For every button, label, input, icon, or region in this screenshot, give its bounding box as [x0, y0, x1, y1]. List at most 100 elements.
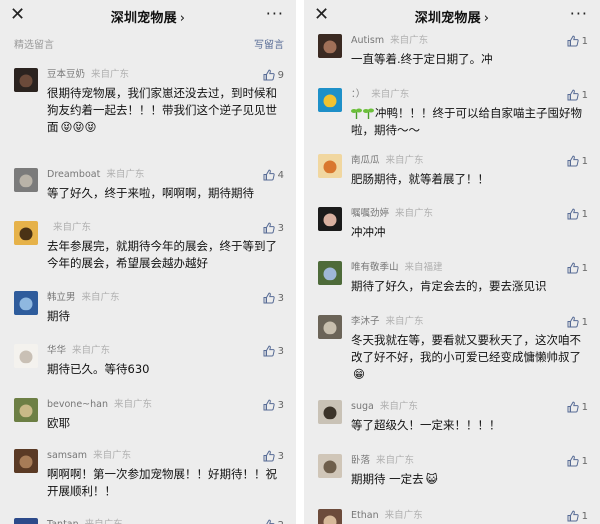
- page-title[interactable]: 深圳宠物展 ›: [111, 7, 185, 26]
- location: 来自广东: [376, 455, 415, 466]
- chevron-right-icon: ›: [483, 10, 490, 26]
- location: 来自广东: [384, 510, 423, 521]
- avatar[interactable]: [14, 68, 38, 92]
- nickname[interactable]: ：）: [351, 89, 365, 100]
- comment-text: 期待已久。等待630: [47, 361, 278, 378]
- more-icon[interactable]: ···: [570, 4, 588, 24]
- avatar[interactable]: [318, 509, 342, 524]
- top-bar: ✕ 深圳宠物展 › ···: [0, 0, 296, 32]
- nickname[interactable]: 李沐子: [351, 316, 380, 327]
- like-button[interactable]: 3: [263, 398, 284, 412]
- like-button[interactable]: 1: [567, 154, 588, 168]
- like-button[interactable]: 3: [263, 221, 284, 235]
- location: 来自广东: [379, 401, 418, 412]
- like-count: 1: [581, 316, 588, 328]
- avatar[interactable]: [14, 344, 38, 368]
- like-button[interactable]: 3: [263, 291, 284, 305]
- avatar[interactable]: [14, 518, 38, 524]
- thumb-up-icon: [567, 262, 579, 274]
- nickname[interactable]: 南瓜瓜: [351, 155, 380, 166]
- comment-text: 肥肠期待，就等着展了！！: [351, 171, 582, 188]
- like-button[interactable]: 1: [567, 315, 588, 329]
- comment-text: 很期待宠物展，我们家崽还没去过，到时候和狗友约着一起去！！！带我们这个逆子见见世…: [47, 85, 278, 136]
- like-button[interactable]: 1: [567, 261, 588, 275]
- title-text: 深圳宠物展: [414, 10, 481, 26]
- comment-body: 冲冲冲: [351, 225, 386, 239]
- like-count: 3: [277, 222, 284, 234]
- like-count: 1: [581, 401, 588, 413]
- location: 来自福建: [404, 262, 443, 273]
- location: 来自广东: [385, 155, 424, 166]
- avatar[interactable]: [14, 291, 38, 315]
- comment-text: 期待了好久，肯定会去的，要去涨见识: [351, 278, 582, 295]
- nickname[interactable]: Dreamboat: [47, 169, 100, 180]
- like-button[interactable]: 1: [567, 454, 588, 468]
- avatar[interactable]: [318, 454, 342, 478]
- comment-meta: 唯有敬季山 来自福建: [351, 261, 600, 275]
- thumb-up-icon: [567, 89, 579, 101]
- like-button[interactable]: 1: [567, 509, 588, 523]
- comment-meta: bevone~han 来自广东: [47, 398, 296, 412]
- page-title[interactable]: 深圳宠物展 ›: [415, 7, 489, 26]
- more-icon[interactable]: ···: [266, 4, 284, 24]
- nickname[interactable]: suga: [351, 401, 374, 412]
- comment-text: 欧耶: [47, 415, 278, 432]
- avatar[interactable]: [14, 398, 38, 422]
- avatar[interactable]: [14, 168, 38, 192]
- close-icon[interactable]: ✕: [314, 4, 329, 26]
- nickname[interactable]: 卧落: [351, 455, 370, 466]
- like-button[interactable]: 1: [567, 88, 588, 102]
- like-button[interactable]: 1: [567, 400, 588, 414]
- thumb-up-icon: [567, 316, 579, 328]
- comment-text: 期期待 一定去 😺: [351, 471, 582, 488]
- nickname[interactable]: 唯有敬季山: [351, 262, 399, 273]
- avatar[interactable]: [318, 88, 342, 112]
- nickname[interactable]: samsam: [47, 450, 87, 461]
- like-button[interactable]: 1: [567, 207, 588, 221]
- nickname[interactable]: Ethan: [351, 510, 379, 521]
- nickname[interactable]: Autism: [351, 35, 384, 46]
- like-count: 1: [581, 208, 588, 220]
- comment-text: 一直等着.终于定日期了。冲: [351, 51, 582, 68]
- title-text: 深圳宠物展: [110, 10, 177, 26]
- avatar[interactable]: [318, 261, 342, 285]
- nickname[interactable]: 嘱嘱劲婷: [351, 208, 389, 219]
- comment-body: 期期待 一定去: [351, 472, 424, 486]
- like-button[interactable]: 2: [263, 518, 284, 524]
- comment-body: 肥肠期待，就等着展了！！: [351, 172, 489, 186]
- nickname[interactable]: Tantan: [47, 519, 79, 524]
- comment-text: 啊啊啊！第一次参加宠物展！！好期待！！祝开展顺利！！: [47, 466, 278, 500]
- comment-text: 等了好久，终于来啦，啊啊啊，期待期待: [47, 185, 278, 202]
- write-comment-link[interactable]: 写留言: [254, 36, 284, 51]
- close-icon[interactable]: ✕: [10, 4, 25, 26]
- like-button[interactable]: 3: [263, 449, 284, 463]
- avatar[interactable]: [14, 449, 38, 473]
- comment-text: 冲冲冲: [351, 224, 582, 241]
- comment-body: 冲鸭！！！终于可以给自家喵主子囤好物啦，期待～～: [351, 106, 582, 137]
- location: 来自广东: [371, 89, 410, 100]
- location: 来自广东: [106, 169, 145, 180]
- like-count: 1: [581, 155, 588, 167]
- avatar[interactable]: [318, 34, 342, 58]
- avatar[interactable]: [318, 154, 342, 178]
- nickname[interactable]: 华华: [47, 345, 66, 356]
- nickname[interactable]: 韩立男: [47, 292, 76, 303]
- avatar[interactable]: [318, 400, 342, 424]
- like-button[interactable]: 9: [263, 68, 284, 82]
- comment-text: 冲鸭！！！终于可以给自家喵主子囤好物啦，期待～～: [351, 105, 582, 139]
- like-button[interactable]: 3: [263, 344, 284, 358]
- avatar[interactable]: [318, 207, 342, 231]
- chevron-right-icon: ›: [179, 10, 186, 26]
- like-count: 3: [277, 399, 284, 411]
- avatar[interactable]: [318, 315, 342, 339]
- like-button[interactable]: 4: [263, 168, 284, 182]
- nickname[interactable]: bevone~han: [47, 399, 108, 410]
- comment-text: 去年参展完，就期待今年的展会，终于等到了今年的展会，希望展会越办越好: [47, 238, 278, 272]
- avatar[interactable]: [14, 221, 38, 245]
- nickname[interactable]: 豆本豆奶: [47, 69, 85, 80]
- thumb-up-icon: [263, 169, 275, 181]
- emoji-text: 😺: [425, 472, 438, 486]
- thumb-up-icon: [263, 399, 275, 411]
- comment-meta: Dreamboat 来自广东: [47, 168, 296, 182]
- like-button[interactable]: 1: [567, 34, 588, 48]
